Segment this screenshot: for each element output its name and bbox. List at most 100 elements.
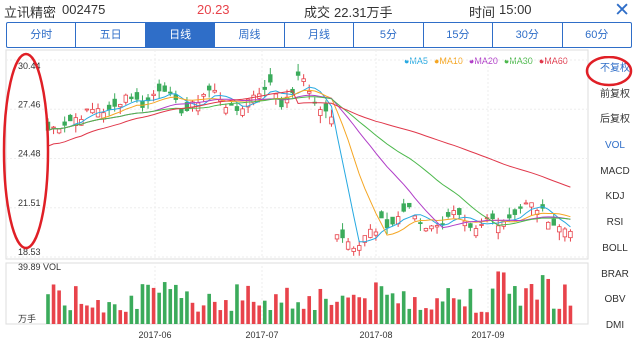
candle-body (307, 91, 312, 94)
volume-bar (407, 308, 412, 324)
volume-bar (507, 293, 512, 324)
candle-body (223, 107, 229, 114)
candle-body (357, 245, 362, 251)
tab-1[interactable]: 五日 (76, 23, 146, 47)
candle-body (551, 218, 556, 226)
price-tick: 27.46 (18, 99, 41, 109)
volume-bar (401, 291, 406, 324)
volume-bar (490, 288, 495, 324)
tab-5[interactable]: 5分 (354, 23, 424, 47)
volume-bar (274, 294, 278, 324)
kline-chart[interactable]: 30.4427.4624.4821.5118.532017-06 2017-07 2… (0, 48, 590, 345)
volume-bar (79, 303, 84, 324)
side-button-10[interactable]: DMI (590, 313, 640, 339)
candle-body (429, 225, 434, 230)
candle-body (445, 212, 451, 217)
volume-bar (107, 302, 111, 324)
close-icon[interactable]: ✕ (614, 0, 630, 22)
candle-body (123, 94, 129, 103)
side-button-2[interactable]: 后复权 (590, 107, 640, 133)
volume-bar (429, 309, 434, 324)
volume-bar (174, 284, 178, 324)
candle-body (507, 214, 512, 219)
volume-bar (229, 310, 234, 324)
volume-bar (368, 309, 373, 324)
price-tick: 21.51 (18, 198, 41, 208)
candle-body (373, 231, 379, 236)
date-tick: 2017-09 (471, 330, 504, 340)
volume-bar (290, 308, 295, 324)
volume-bar (435, 298, 439, 324)
candle-body (468, 223, 473, 228)
side-button-3[interactable]: VOL (590, 133, 640, 159)
candle-body (201, 93, 206, 97)
side-button-7[interactable]: BOLL (590, 236, 640, 262)
candle-body (546, 221, 551, 230)
side-button-8[interactable]: BRAR (590, 262, 640, 288)
candle-body (368, 228, 373, 238)
volume-bar (474, 312, 478, 324)
volume-label: 成交 (304, 5, 331, 20)
volume-bar (279, 302, 284, 324)
volume-bar (51, 284, 56, 324)
volume-bar (262, 300, 267, 324)
candle-body (423, 227, 429, 232)
candle-body (106, 104, 112, 110)
volume-value: 22.31万手 (334, 5, 393, 20)
volume-bar (240, 300, 245, 324)
candle-body (451, 210, 456, 216)
volume-bar (518, 305, 523, 324)
price-frame (5, 49, 589, 260)
tab-0[interactable]: 分时 (7, 23, 77, 47)
stock-code: 002475 (62, 2, 106, 17)
volume-bar (218, 310, 223, 324)
volume-bar (46, 294, 50, 324)
tab-3[interactable]: 周线 (215, 23, 285, 47)
candle-body (51, 126, 56, 129)
candle-body (240, 108, 245, 116)
tab-6[interactable]: 15分 (424, 23, 494, 47)
candle-body (129, 96, 134, 100)
candle-body (262, 86, 267, 90)
stock-name: 立讯精密 (4, 5, 57, 20)
volume-bar (85, 305, 89, 324)
candle-body (134, 92, 140, 100)
volume-bar (335, 301, 339, 324)
candle-body (268, 74, 273, 83)
volume-bar (140, 284, 145, 324)
candle-body (457, 208, 462, 215)
volume-bar (207, 293, 211, 324)
volume-bar (312, 309, 317, 324)
tab-8[interactable]: 60分 (563, 23, 631, 47)
tab-4[interactable]: 月线 (285, 23, 355, 47)
candle-body (495, 225, 501, 234)
candle-body (279, 98, 284, 108)
volume-bar (551, 308, 556, 324)
side-button-9[interactable]: OBV (590, 287, 640, 313)
date-tick: 2017-07 (245, 330, 278, 340)
volume-bar (251, 301, 256, 324)
volume-bar (357, 297, 362, 324)
volume-bar (340, 295, 345, 324)
volume-axis-label: 39.89 VOL (18, 262, 61, 272)
candle-body (529, 202, 534, 208)
tab-2[interactable]: 日线 (145, 23, 216, 47)
candle-body (179, 108, 184, 114)
candle-body (351, 247, 356, 252)
volume-bar (135, 308, 139, 324)
volume-bar (146, 284, 150, 324)
candle-body (345, 241, 351, 250)
side-button-6[interactable]: RSI (590, 210, 640, 236)
volume-bar (351, 294, 356, 324)
volume-bar (68, 310, 73, 324)
volume-bar (190, 302, 195, 324)
volume-bar (496, 271, 500, 324)
volume-bar (440, 301, 445, 324)
tab-7[interactable]: 30分 (493, 23, 563, 47)
side-button-4[interactable]: MACD (590, 159, 640, 185)
volume-bar (324, 298, 328, 324)
volume-bar (118, 310, 123, 324)
side-button-5[interactable]: KDJ (590, 184, 640, 210)
candle-body (518, 206, 523, 209)
candle-body (434, 225, 440, 228)
